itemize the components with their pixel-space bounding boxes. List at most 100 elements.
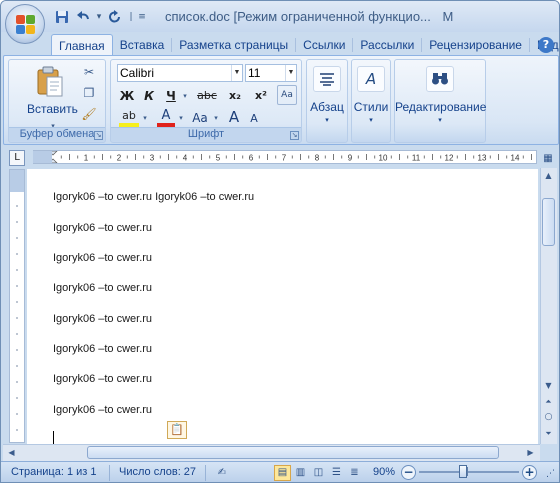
- ribbon-tabs: Главная Вставка Разметка страницы Ссылки…: [51, 34, 559, 56]
- scroll-right-arrow[interactable]: ▶: [524, 446, 537, 459]
- tab-page-layout[interactable]: Разметка страницы: [172, 34, 295, 56]
- highlight-dropdown-arrow[interactable]: ▾: [140, 109, 150, 127]
- proofing-icon[interactable]: ✍: [211, 465, 233, 481]
- vertical-ruler[interactable]: [9, 169, 25, 443]
- font-size-combo[interactable]: 11 ▼: [245, 64, 297, 82]
- strikethrough-button[interactable]: abc: [195, 87, 219, 105]
- resize-grip-icon[interactable]: ⋰: [542, 466, 559, 482]
- zoom-in-button[interactable]: +: [522, 465, 537, 480]
- paragraph-button[interactable]: Абзац ▾: [306, 59, 348, 143]
- undo-icon[interactable]: [74, 8, 92, 26]
- ruler-number: 12: [445, 154, 454, 163]
- copy-icon[interactable]: ❐: [81, 85, 97, 101]
- tab-mailings[interactable]: Рассылки: [353, 34, 421, 56]
- draft-view-icon[interactable]: ≣: [346, 465, 363, 481]
- superscript-button[interactable]: x²: [251, 87, 271, 105]
- ruler-number: 4: [183, 154, 188, 163]
- tab-selector[interactable]: L: [9, 150, 25, 166]
- editing-label: Редактирование: [395, 100, 487, 114]
- save-icon[interactable]: [53, 8, 71, 26]
- redo-icon[interactable]: [106, 8, 124, 26]
- font-name-arrow[interactable]: ▼: [231, 65, 242, 81]
- font-name-combo[interactable]: Calibri ▼: [117, 64, 243, 82]
- ruler-number: 11: [412, 154, 421, 163]
- vertical-ruler-margin: [10, 170, 24, 192]
- doc-line: Igoryk06 –to cwer.ru: [53, 222, 153, 234]
- print-layout-view-icon[interactable]: ▤: [274, 465, 291, 481]
- vertical-scroll-thumb[interactable]: [542, 198, 555, 246]
- doc-line: Igoryk06 –to cwer.ru: [53, 404, 153, 416]
- tab-review[interactable]: Рецензирование: [422, 34, 529, 56]
- bold-button[interactable]: Ж: [119, 87, 135, 105]
- customize-qat-icon[interactable]: ≡: [138, 12, 146, 22]
- ruler-number: 1: [84, 154, 89, 163]
- font-group: Calibri ▼ 11 ▼ Ж К Ч ▾ abc x₂ x² Aa ab ▾…: [110, 59, 302, 143]
- tab-insert[interactable]: Вставка: [113, 34, 172, 56]
- binoculars-icon: [426, 66, 454, 92]
- ruler-number: 7: [282, 154, 287, 163]
- office-button[interactable]: [5, 4, 45, 44]
- cut-icon[interactable]: ✂: [81, 64, 97, 80]
- page-count[interactable]: Страница: 1 из 1: [11, 466, 97, 478]
- web-layout-view-icon[interactable]: ◫: [310, 465, 327, 481]
- shrink-font-button[interactable]: A: [245, 110, 263, 128]
- zoom-slider-track[interactable]: [419, 471, 519, 473]
- underline-dropdown-arrow[interactable]: ▾: [180, 87, 190, 105]
- paragraph-dropdown-arrow: ▾: [325, 116, 329, 124]
- change-case-dropdown-arrow[interactable]: ▾: [211, 109, 221, 127]
- ruler-number: 13: [478, 154, 487, 163]
- view-ruler-icon[interactable]: ▦: [541, 152, 555, 165]
- italic-button[interactable]: К: [141, 87, 157, 105]
- select-browse-object-icon[interactable]: ○: [542, 411, 555, 424]
- clipboard-dialog-launcher[interactable]: ↘: [94, 131, 103, 140]
- zoom-level[interactable]: 90%: [373, 466, 395, 478]
- undo-dropdown-arrow[interactable]: ▾: [95, 12, 103, 22]
- quick-access-toolbar: ▾ | ≡: [53, 8, 146, 26]
- tab-references[interactable]: Ссылки: [296, 34, 352, 56]
- font-dialog-launcher[interactable]: ↘: [290, 131, 299, 140]
- paste-options-icon[interactable]: 📋: [167, 421, 187, 439]
- editing-dropdown-arrow: ▾: [438, 116, 442, 124]
- font-color-dropdown-arrow[interactable]: ▾: [176, 109, 186, 127]
- font-color-button[interactable]: A: [157, 109, 175, 127]
- clipboard-group-label: Буфер обмена: [9, 127, 105, 141]
- underline-button[interactable]: Ч: [163, 87, 179, 105]
- next-page-icon[interactable]: ⏷: [542, 427, 555, 440]
- horizontal-scroll-thumb[interactable]: [87, 446, 499, 459]
- full-screen-reading-view-icon[interactable]: ▥: [292, 465, 309, 481]
- font-size-arrow[interactable]: ▼: [285, 65, 296, 81]
- document-page[interactable]: Igoryk06 –to cwer.ru Igoryk06 –to cwer.r…: [27, 169, 538, 444]
- zoom-slider-knob[interactable]: [459, 465, 467, 478]
- tab-home[interactable]: Главная: [51, 34, 113, 56]
- ruler-number: 8: [315, 154, 320, 163]
- change-case-button[interactable]: Aa: [189, 109, 211, 127]
- paste-icon[interactable]: [35, 66, 65, 98]
- format-painter-icon[interactable]: 🖌: [81, 106, 97, 122]
- ribbon: Вставить ▾ ✂ ❐ 🖌 Буфер обмена ↘ Calibri …: [3, 55, 559, 145]
- grow-font-button[interactable]: A: [225, 108, 243, 126]
- word-window: ▾ | ≡ список.doc [Режим ограниченной фун…: [0, 0, 560, 483]
- styles-icon: A: [357, 66, 385, 92]
- doc-line: Igoryk06 –to cwer.ru: [53, 252, 153, 264]
- office-logo-icon: [16, 15, 35, 34]
- highlight-button[interactable]: ab: [119, 109, 139, 127]
- word-count[interactable]: Число слов: 27: [119, 466, 196, 478]
- previous-page-icon[interactable]: ⏶: [542, 395, 555, 408]
- ruler-number: 9: [348, 154, 353, 163]
- help-icon[interactable]: ?: [538, 37, 554, 53]
- scroll-down-arrow[interactable]: ▼: [542, 379, 555, 392]
- clear-formatting-icon[interactable]: Aa: [277, 85, 297, 105]
- styles-button[interactable]: A Стили ▾: [351, 59, 391, 143]
- scroll-left-arrow[interactable]: ◀: [5, 446, 18, 459]
- outline-view-icon[interactable]: ☰: [328, 465, 345, 481]
- clipboard-group: Вставить ▾ ✂ ❐ 🖌 Буфер обмена ↘: [8, 59, 106, 143]
- paste-button[interactable]: Вставить: [27, 102, 78, 116]
- subscript-button[interactable]: x₂: [225, 87, 245, 105]
- ruler-number: 5: [216, 154, 221, 163]
- horizontal-ruler[interactable]: 1 2 3 4 5 6 7 8 9 10 11 12 13 14: [33, 150, 537, 164]
- qat-sep: |: [129, 12, 133, 22]
- paragraph-label: Абзац: [310, 100, 344, 114]
- zoom-out-button[interactable]: −: [401, 465, 416, 480]
- scroll-up-arrow[interactable]: ▲: [542, 169, 555, 182]
- editing-button[interactable]: Редактирование ▾: [394, 59, 486, 143]
